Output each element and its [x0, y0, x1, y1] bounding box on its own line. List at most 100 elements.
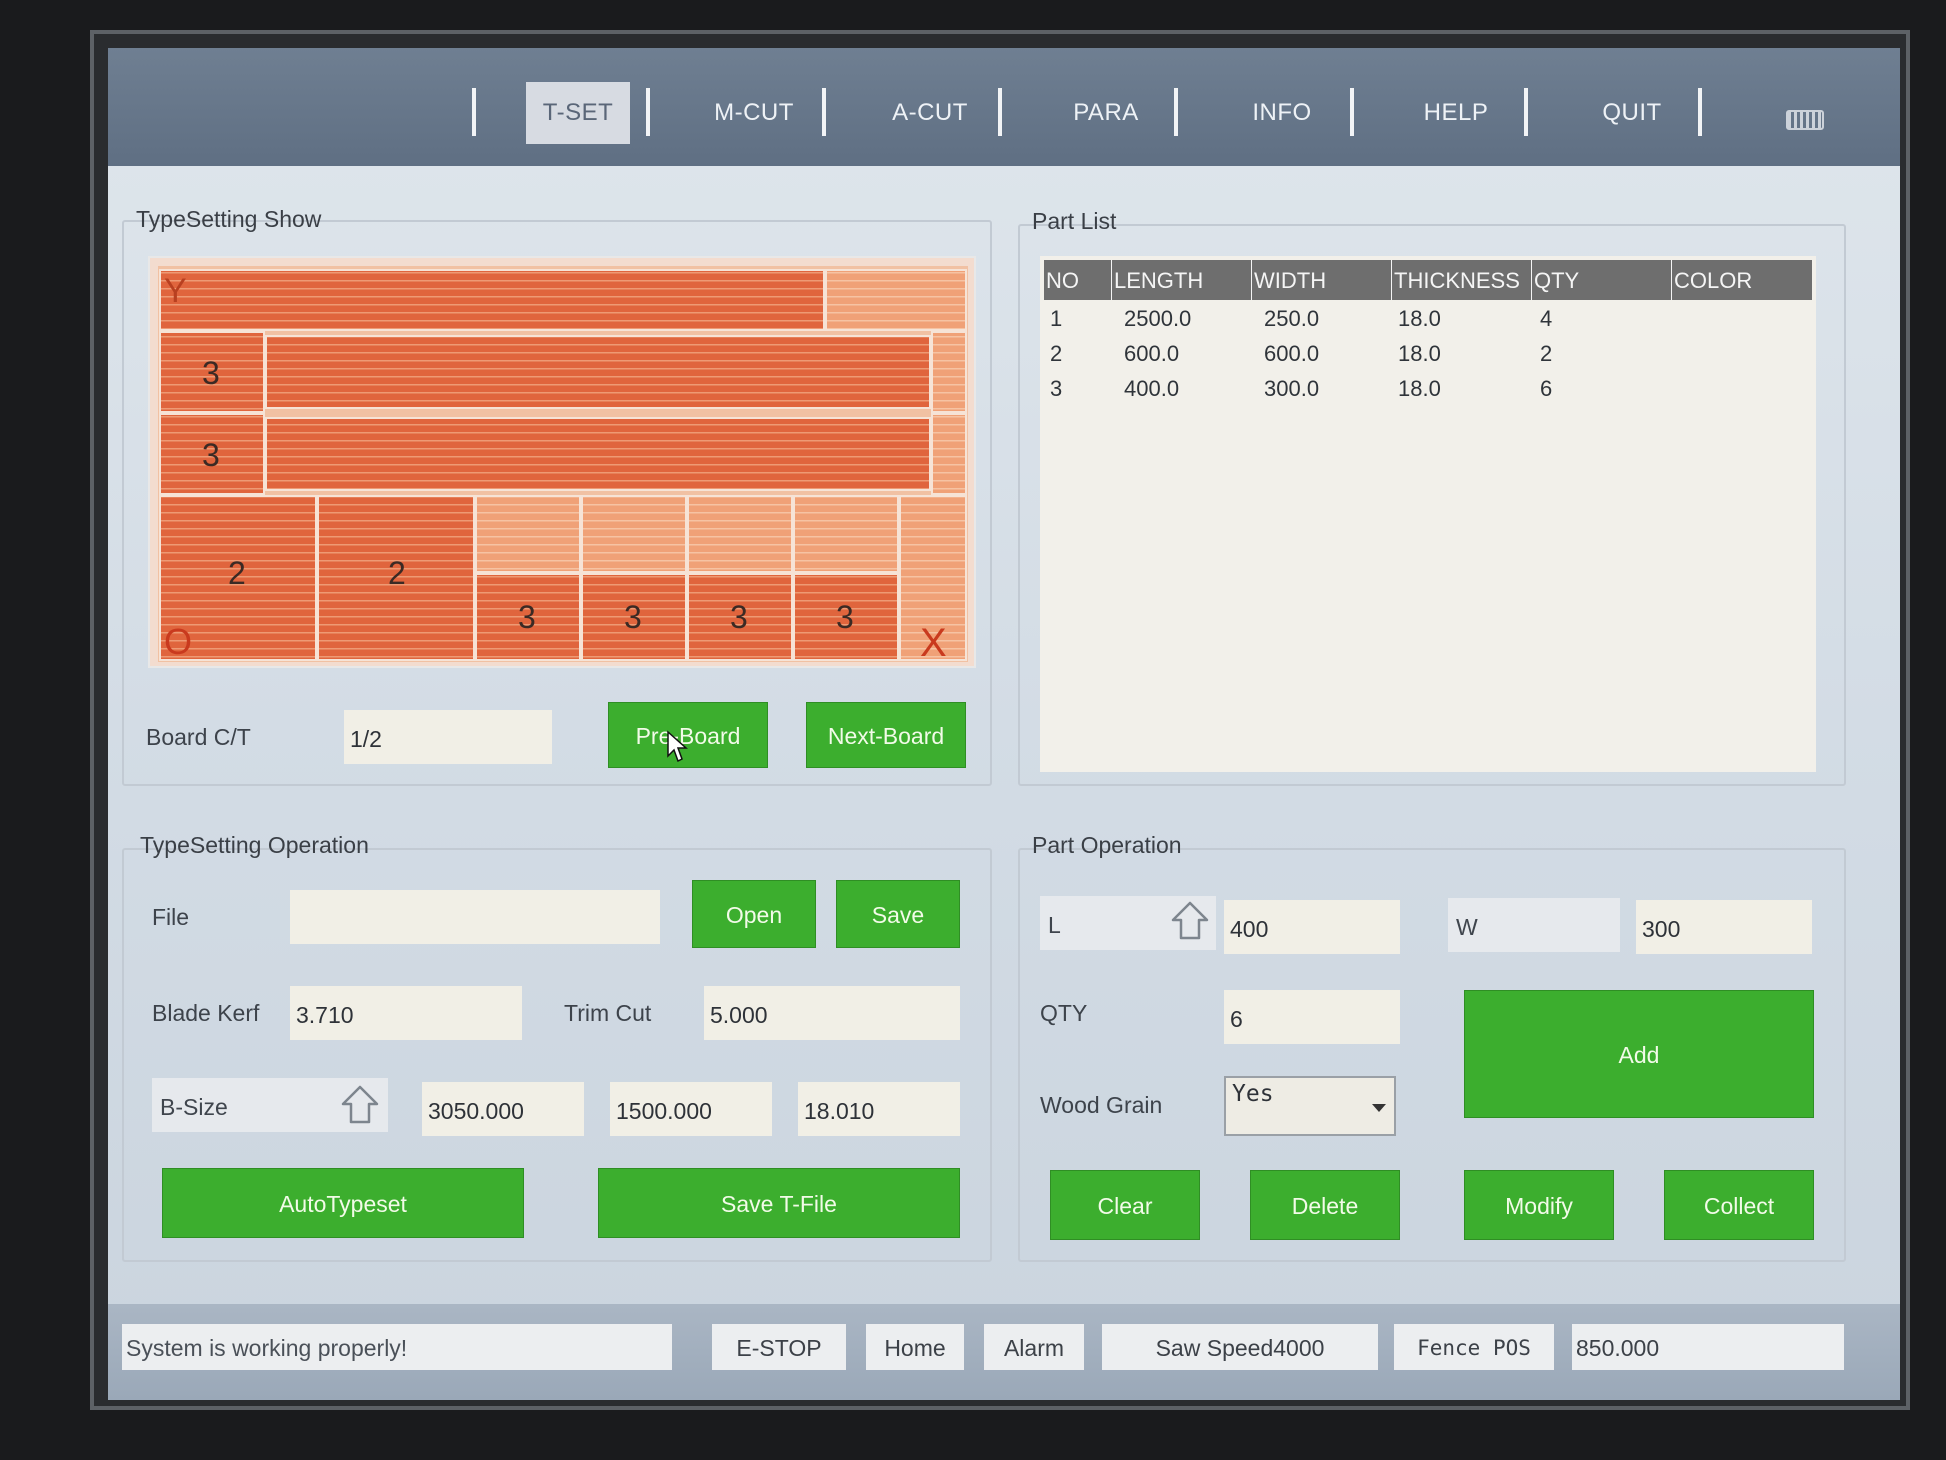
board-part-label: 3	[518, 599, 536, 635]
pre-board-button[interactable]: Pre-Board	[608, 702, 768, 768]
board-offcut	[793, 495, 899, 573]
cell-width: 600.0	[1264, 341, 1320, 366]
cell-length: 600.0	[1124, 341, 1180, 366]
length-label-text: L	[1048, 912, 1061, 938]
part-list-table[interactable]: NO LENGTH WIDTH THICKNESS QTY COLOR 1 25…	[1040, 256, 1816, 772]
cell-thickness: 18.0	[1398, 376, 1441, 401]
open-button[interactable]: Open	[692, 880, 816, 948]
fence-pos-value: 850.000	[1572, 1324, 1844, 1370]
column-header-thickness: THICKNESS	[1392, 260, 1532, 300]
save-t-file-button[interactable]: Save T-File	[598, 1168, 960, 1238]
home-indicator[interactable]: Home	[866, 1324, 964, 1370]
b-size-thickness-field[interactable]: 18.010	[798, 1082, 960, 1136]
board-part-strip	[265, 335, 931, 409]
alarm-indicator[interactable]: Alarm	[984, 1324, 1084, 1370]
width-label: W	[1448, 898, 1620, 952]
cell-thickness: 18.0	[1398, 306, 1441, 331]
e-stop-indicator[interactable]: E-STOP	[712, 1324, 846, 1370]
next-board-button[interactable]: Next-Board	[806, 702, 966, 768]
tab-quit[interactable]: QUIT	[1580, 82, 1684, 144]
trim-cut-label: Trim Cut	[564, 1000, 652, 1026]
nesting-board-svg: Y 3 3 2 2 3 3 3 3 O X	[158, 266, 968, 665]
part-list-title: Part List	[1032, 208, 1117, 234]
menu-separator	[822, 88, 826, 136]
menu-separator	[1524, 88, 1528, 136]
length-field[interactable]: 400	[1224, 900, 1400, 954]
column-header-qty: QTY	[1532, 260, 1672, 300]
typesetting-operation-title: TypeSetting Operation	[140, 832, 369, 858]
wood-grain-value: Yes	[1232, 1081, 1274, 1107]
table-row[interactable]: 3 400.0 300.0 18.0 6	[1044, 372, 1812, 406]
width-field[interactable]: 300	[1636, 900, 1812, 954]
tab-a-cut[interactable]: A-CUT	[878, 82, 982, 144]
tab-t-set[interactable]: T-SET	[526, 82, 630, 144]
autotypeset-button[interactable]: AutoTypeset	[162, 1168, 524, 1238]
tab-help[interactable]: HELP	[1404, 82, 1508, 144]
typesetting-show-title: TypeSetting Show	[136, 206, 322, 232]
board-part-label: 2	[388, 555, 406, 591]
b-size-width-field[interactable]: 1500.000	[610, 1082, 772, 1136]
modify-button[interactable]: Modify	[1464, 1170, 1614, 1240]
cell-no: 1	[1050, 306, 1063, 331]
tab-m-cut[interactable]: M-CUT	[702, 82, 806, 144]
chevron-down-icon	[1372, 1104, 1386, 1112]
add-button[interactable]: Add	[1464, 990, 1814, 1118]
b-size-length-field[interactable]: 3050.000	[422, 1082, 584, 1136]
cell-width: 250.0	[1264, 306, 1320, 331]
board-part-strip	[159, 269, 825, 331]
trim-cut-field[interactable]: 5.000	[704, 986, 960, 1040]
menu-separator	[472, 88, 476, 136]
board-offcut	[581, 495, 687, 573]
part-operation-title: Part Operation	[1032, 832, 1182, 858]
board-offcut	[931, 331, 967, 413]
menu-separator	[646, 88, 650, 136]
b-size-label-text: B-Size	[160, 1094, 228, 1120]
board-ct-field[interactable]: 1/2	[344, 710, 552, 764]
tab-info[interactable]: INFO	[1230, 82, 1334, 144]
board-part-label: 3	[836, 599, 854, 635]
cell-qty: 2	[1540, 341, 1553, 366]
b-size-label[interactable]: B-Size	[152, 1078, 388, 1132]
qty-label: QTY	[1040, 1000, 1088, 1026]
status-message: System is working properly!	[122, 1324, 672, 1370]
length-label[interactable]: L	[1040, 896, 1216, 950]
clear-button[interactable]: Clear	[1050, 1170, 1200, 1240]
nesting-board-view: Y 3 3 2 2 3 3 3 3 O X	[148, 256, 976, 668]
part-list-header: NO LENGTH WIDTH THICKNESS QTY COLOR	[1044, 260, 1812, 300]
cell-width: 300.0	[1264, 376, 1320, 401]
column-header-color: COLOR	[1674, 268, 1753, 293]
board-offcut	[687, 495, 793, 573]
mouse-cursor-icon	[667, 730, 688, 763]
board-corner-o-label: O	[164, 621, 192, 662]
board-part-label: 3	[730, 599, 748, 635]
file-field[interactable]	[290, 890, 660, 944]
board-corner-x-label: X	[920, 621, 947, 665]
qty-field[interactable]: 6	[1224, 990, 1400, 1044]
table-row[interactable]: 2 600.0 600.0 18.0 2	[1044, 337, 1812, 371]
board-part-label: 3	[202, 355, 220, 391]
blade-kerf-field[interactable]: 3.710	[290, 986, 522, 1040]
home-icon	[341, 1085, 379, 1124]
column-header-length: LENGTH	[1112, 260, 1252, 300]
cell-no: 2	[1050, 341, 1063, 366]
board-offcut	[475, 495, 581, 573]
cell-thickness: 18.0	[1398, 341, 1441, 366]
board-offcut	[825, 269, 967, 331]
saw-speed-indicator: Saw Speed4000	[1102, 1324, 1378, 1370]
menu-separator	[998, 88, 1002, 136]
cell-qty: 6	[1540, 376, 1553, 401]
board-part-strip	[265, 417, 931, 491]
wood-grain-select[interactable]: Yes	[1224, 1076, 1396, 1136]
board-part-label: 2	[228, 555, 246, 591]
hmi-screen: T-SET M-CUT A-CUT PARA INFO HELP QUIT Ty…	[108, 48, 1900, 1400]
tab-para[interactable]: PARA	[1054, 82, 1158, 144]
save-button[interactable]: Save	[836, 880, 960, 948]
collect-button[interactable]: Collect	[1664, 1170, 1814, 1240]
board-offcut	[931, 413, 967, 495]
board-ct-label: Board C/T	[146, 724, 251, 750]
file-label: File	[152, 904, 190, 930]
delete-button[interactable]: Delete	[1250, 1170, 1400, 1240]
table-row[interactable]: 1 2500.0 250.0 18.0 4	[1044, 302, 1812, 336]
keyboard-icon[interactable]	[1786, 110, 1824, 130]
cell-no: 3	[1050, 376, 1063, 401]
